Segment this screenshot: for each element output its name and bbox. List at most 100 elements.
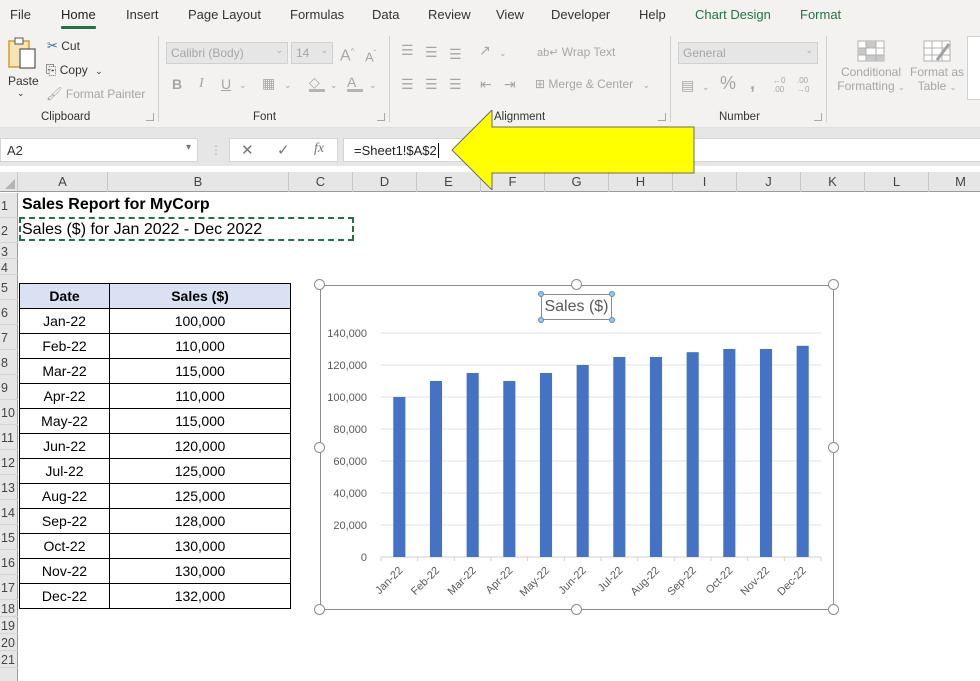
sales-cell[interactable]: 110,000 (109, 333, 291, 359)
title-handle[interactable] (609, 291, 615, 297)
wrap-text-button[interactable]: ab↵ Wrap Text (537, 45, 615, 59)
align-bottom-icon[interactable]: ☰ (449, 46, 462, 62)
chevron-down-icon[interactable]: ▾ (186, 142, 191, 153)
resize-handle-s[interactable] (571, 604, 582, 615)
tab-formulas[interactable]: Formulas (290, 7, 344, 22)
row-header-6[interactable]: 6 (0, 300, 18, 325)
bar-jun-22[interactable] (576, 365, 589, 557)
date-cell[interactable]: Jun-22 (19, 433, 110, 459)
date-cell[interactable]: Feb-22 (19, 333, 110, 359)
underline-button[interactable]: U (221, 76, 231, 92)
sales-cell[interactable]: 110,000 (109, 383, 291, 409)
tab-file[interactable]: File (10, 7, 31, 22)
tab-review[interactable]: Review (428, 7, 471, 22)
title-handle[interactable] (538, 291, 544, 297)
decrease-decimal-button[interactable]: .00 →0 (797, 76, 809, 94)
tab-page-layout[interactable]: Page Layout (188, 7, 261, 22)
tab-developer[interactable]: Developer (551, 7, 610, 22)
resize-handle-e[interactable] (828, 442, 839, 453)
column-header-d[interactable]: D (353, 172, 417, 192)
tab-chart-design[interactable]: Chart Design (695, 7, 771, 22)
sales-cell[interactable]: 130,000 (109, 558, 291, 584)
header-date[interactable]: Date (19, 283, 110, 309)
bar-apr-22[interactable] (503, 381, 516, 557)
chart-title[interactable]: Sales ($) (541, 294, 612, 320)
increase-decimal-button[interactable]: ←0.00 (773, 76, 785, 94)
font-launcher-icon[interactable] (377, 113, 385, 121)
resize-handle-sw[interactable] (314, 604, 325, 615)
paste-button[interactable]: Paste ⌄ (6, 36, 39, 102)
sales-cell[interactable]: 115,000 (109, 408, 291, 434)
resize-handle-se[interactable] (828, 604, 839, 615)
font-size-select[interactable]: 14 ⌄ (291, 42, 333, 64)
title-handle[interactable] (538, 317, 544, 323)
date-cell[interactable]: Aug-22 (19, 483, 110, 509)
bar-jul-22[interactable] (613, 357, 626, 557)
cut-button[interactable]: ✂ Cut (47, 38, 80, 54)
row-header-2[interactable]: 2 (0, 218, 18, 243)
bar-mar-22[interactable] (466, 373, 479, 557)
borders-button[interactable]: ▦ (262, 75, 275, 91)
date-cell[interactable]: Sep-22 (19, 508, 110, 534)
row-header-20[interactable]: 20 (0, 634, 18, 651)
align-center-icon[interactable]: ☰ (425, 76, 438, 92)
conditional-formatting-button[interactable]: Conditional Formatting ⌄ (836, 40, 906, 93)
name-box[interactable]: A2 ▾ (0, 138, 198, 162)
decrease-indent-icon[interactable]: ⇤ (480, 76, 492, 92)
select-all-button[interactable] (0, 172, 18, 192)
format-as-table-button[interactable]: Format as Table ⌄ (907, 40, 967, 93)
row-header-4[interactable]: 4 (0, 259, 18, 275)
tab-insert[interactable]: Insert (126, 7, 159, 22)
align-middle-icon[interactable]: ☰ (425, 44, 438, 60)
fill-color-dropdown-icon[interactable]: ⌄ (330, 77, 338, 93)
italic-button[interactable]: I (199, 76, 204, 92)
accounting-dropdown-icon[interactable]: ⌄ (702, 79, 710, 95)
resize-handle-ne[interactable] (828, 279, 839, 290)
date-cell[interactable]: Oct-22 (19, 533, 110, 559)
row-header-5[interactable]: 5 (0, 275, 18, 300)
sales-cell[interactable]: 125,000 (109, 483, 291, 509)
tab-home[interactable]: Home (61, 7, 96, 29)
sales-cell[interactable]: 100,000 (109, 308, 291, 334)
copy-dropdown-icon[interactable]: ⌄ (95, 66, 103, 76)
column-header-b[interactable]: B (108, 172, 289, 192)
row-header-21[interactable]: 21 (0, 651, 18, 668)
cancel-icon[interactable]: ✕ (241, 141, 254, 159)
date-cell[interactable]: Nov-22 (19, 558, 110, 584)
row-header-9[interactable]: 9 (0, 375, 18, 400)
cell-a1[interactable]: Sales Report for MyCorp (22, 196, 210, 214)
row-header-7[interactable]: 7 (0, 325, 18, 350)
row-header-11[interactable]: 11 (0, 425, 18, 450)
row-header-16[interactable]: 16 (0, 550, 18, 575)
align-right-icon[interactable]: ☰ (449, 76, 462, 92)
merge-center-button[interactable]: ⊞ Merge & Center ⌄ (535, 77, 650, 91)
column-header-l[interactable]: L (865, 172, 929, 192)
tab-help[interactable]: Help (639, 7, 666, 22)
orientation-dropdown-icon[interactable]: ⌄ (499, 45, 507, 61)
date-cell[interactable]: Mar-22 (19, 358, 110, 384)
row-header-12[interactable]: 12 (0, 450, 18, 475)
bar-nov-22[interactable] (759, 349, 773, 557)
increase-indent-icon[interactable]: ⇥ (504, 76, 516, 92)
bar-oct-22[interactable] (723, 349, 736, 557)
resize-handle-w[interactable] (314, 442, 325, 453)
row-header-15[interactable]: 15 (0, 525, 18, 550)
font-color-button[interactable]: A (347, 74, 363, 92)
column-header-a[interactable]: A (18, 172, 108, 192)
title-handle[interactable] (609, 317, 615, 323)
sales-cell[interactable]: 132,000 (109, 583, 291, 609)
comma-style-button[interactable]: , (750, 74, 755, 92)
borders-dropdown-icon[interactable]: ⌄ (284, 77, 292, 93)
resize-handle-nw[interactable] (314, 279, 325, 290)
column-header-c[interactable]: C (289, 172, 353, 192)
sales-cell[interactable]: 120,000 (109, 433, 291, 459)
header-sales[interactable]: Sales ($) (109, 283, 291, 309)
clipboard-launcher-icon[interactable] (146, 113, 154, 121)
date-cell[interactable]: Jan-22 (19, 308, 110, 334)
row-header-13[interactable]: 13 (0, 475, 18, 500)
row-header-17[interactable]: 17 (0, 575, 18, 600)
grow-font-button[interactable]: A^ (340, 44, 354, 64)
copy-button[interactable]: ⎘ Copy ⌄ (46, 62, 103, 78)
resize-handle-n[interactable] (571, 279, 582, 290)
format-painter-button[interactable]: 🖌 Format Painter (46, 86, 145, 102)
